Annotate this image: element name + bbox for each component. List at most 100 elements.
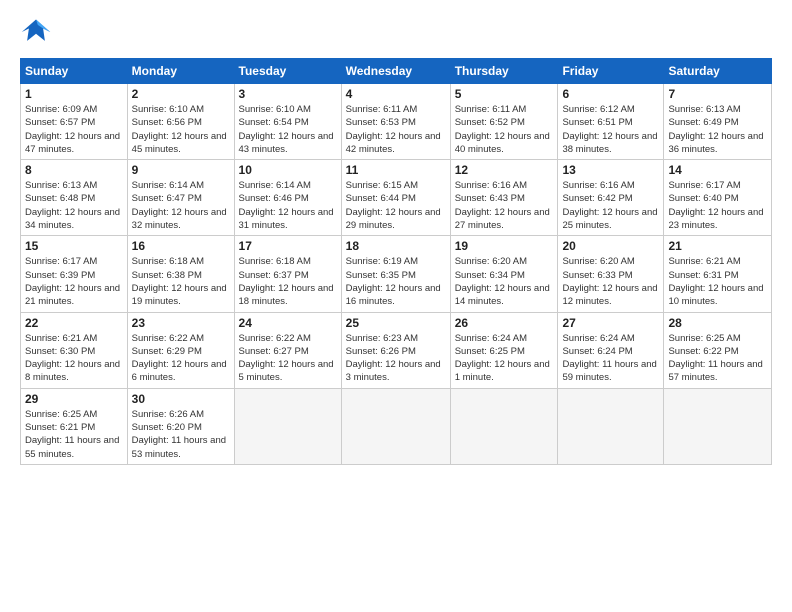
day-info: Sunrise: 6:23 AMSunset: 6:26 PMDaylight:…: [346, 332, 446, 385]
calendar-cell: 8 Sunrise: 6:13 AMSunset: 6:48 PMDayligh…: [21, 160, 128, 236]
calendar-cell: 20 Sunrise: 6:20 AMSunset: 6:33 PMDaylig…: [558, 236, 664, 312]
calendar-cell: [341, 388, 450, 464]
calendar-cell: 25 Sunrise: 6:23 AMSunset: 6:26 PMDaylig…: [341, 312, 450, 388]
calendar-row: 8 Sunrise: 6:13 AMSunset: 6:48 PMDayligh…: [21, 160, 772, 236]
day-number: 17: [239, 239, 337, 253]
day-number: 10: [239, 163, 337, 177]
calendar-cell: 28 Sunrise: 6:25 AMSunset: 6:22 PMDaylig…: [664, 312, 772, 388]
day-info: Sunrise: 6:17 AMSunset: 6:39 PMDaylight:…: [25, 255, 123, 308]
calendar-cell: 23 Sunrise: 6:22 AMSunset: 6:29 PMDaylig…: [127, 312, 234, 388]
page-header: [20, 16, 772, 48]
day-number: 23: [132, 316, 230, 330]
day-number: 2: [132, 87, 230, 101]
day-number: 28: [668, 316, 767, 330]
calendar-cell: 9 Sunrise: 6:14 AMSunset: 6:47 PMDayligh…: [127, 160, 234, 236]
calendar-cell: [558, 388, 664, 464]
day-info: Sunrise: 6:18 AMSunset: 6:37 PMDaylight:…: [239, 255, 337, 308]
logo-icon: [20, 16, 52, 48]
calendar-header-row: Sunday Monday Tuesday Wednesday Thursday…: [21, 59, 772, 84]
day-info: Sunrise: 6:11 AMSunset: 6:53 PMDaylight:…: [346, 103, 446, 156]
day-info: Sunrise: 6:14 AMSunset: 6:47 PMDaylight:…: [132, 179, 230, 232]
day-number: 6: [562, 87, 659, 101]
day-number: 24: [239, 316, 337, 330]
calendar-cell: 29 Sunrise: 6:25 AMSunset: 6:21 PMDaylig…: [21, 388, 128, 464]
day-info: Sunrise: 6:19 AMSunset: 6:35 PMDaylight:…: [346, 255, 446, 308]
col-sunday: Sunday: [21, 59, 128, 84]
logo: [20, 16, 56, 48]
day-info: Sunrise: 6:09 AMSunset: 6:57 PMDaylight:…: [25, 103, 123, 156]
day-info: Sunrise: 6:11 AMSunset: 6:52 PMDaylight:…: [455, 103, 554, 156]
calendar-cell: 17 Sunrise: 6:18 AMSunset: 6:37 PMDaylig…: [234, 236, 341, 312]
day-info: Sunrise: 6:20 AMSunset: 6:33 PMDaylight:…: [562, 255, 659, 308]
day-number: 29: [25, 392, 123, 406]
calendar-cell: 5 Sunrise: 6:11 AMSunset: 6:52 PMDayligh…: [450, 84, 558, 160]
day-number: 8: [25, 163, 123, 177]
day-number: 27: [562, 316, 659, 330]
calendar-cell: 24 Sunrise: 6:22 AMSunset: 6:27 PMDaylig…: [234, 312, 341, 388]
day-number: 1: [25, 87, 123, 101]
day-info: Sunrise: 6:16 AMSunset: 6:43 PMDaylight:…: [455, 179, 554, 232]
day-info: Sunrise: 6:18 AMSunset: 6:38 PMDaylight:…: [132, 255, 230, 308]
day-number: 5: [455, 87, 554, 101]
calendar-cell: 22 Sunrise: 6:21 AMSunset: 6:30 PMDaylig…: [21, 312, 128, 388]
col-monday: Monday: [127, 59, 234, 84]
calendar-cell: 7 Sunrise: 6:13 AMSunset: 6:49 PMDayligh…: [664, 84, 772, 160]
day-info: Sunrise: 6:16 AMSunset: 6:42 PMDaylight:…: [562, 179, 659, 232]
day-number: 26: [455, 316, 554, 330]
day-info: Sunrise: 6:13 AMSunset: 6:48 PMDaylight:…: [25, 179, 123, 232]
day-info: Sunrise: 6:10 AMSunset: 6:54 PMDaylight:…: [239, 103, 337, 156]
col-wednesday: Wednesday: [341, 59, 450, 84]
col-friday: Friday: [558, 59, 664, 84]
day-info: Sunrise: 6:13 AMSunset: 6:49 PMDaylight:…: [668, 103, 767, 156]
day-info: Sunrise: 6:15 AMSunset: 6:44 PMDaylight:…: [346, 179, 446, 232]
calendar-cell: 2 Sunrise: 6:10 AMSunset: 6:56 PMDayligh…: [127, 84, 234, 160]
calendar-row: 15 Sunrise: 6:17 AMSunset: 6:39 PMDaylig…: [21, 236, 772, 312]
col-tuesday: Tuesday: [234, 59, 341, 84]
calendar-cell: 21 Sunrise: 6:21 AMSunset: 6:31 PMDaylig…: [664, 236, 772, 312]
calendar-cell: 12 Sunrise: 6:16 AMSunset: 6:43 PMDaylig…: [450, 160, 558, 236]
calendar-row: 29 Sunrise: 6:25 AMSunset: 6:21 PMDaylig…: [21, 388, 772, 464]
calendar-cell: 13 Sunrise: 6:16 AMSunset: 6:42 PMDaylig…: [558, 160, 664, 236]
day-number: 19: [455, 239, 554, 253]
day-info: Sunrise: 6:21 AMSunset: 6:31 PMDaylight:…: [668, 255, 767, 308]
day-number: 16: [132, 239, 230, 253]
day-info: Sunrise: 6:14 AMSunset: 6:46 PMDaylight:…: [239, 179, 337, 232]
day-number: 18: [346, 239, 446, 253]
day-number: 4: [346, 87, 446, 101]
day-number: 21: [668, 239, 767, 253]
day-info: Sunrise: 6:24 AMSunset: 6:25 PMDaylight:…: [455, 332, 554, 385]
calendar-cell: 19 Sunrise: 6:20 AMSunset: 6:34 PMDaylig…: [450, 236, 558, 312]
calendar-cell: 15 Sunrise: 6:17 AMSunset: 6:39 PMDaylig…: [21, 236, 128, 312]
day-number: 11: [346, 163, 446, 177]
calendar-row: 22 Sunrise: 6:21 AMSunset: 6:30 PMDaylig…: [21, 312, 772, 388]
calendar-cell: 6 Sunrise: 6:12 AMSunset: 6:51 PMDayligh…: [558, 84, 664, 160]
day-number: 30: [132, 392, 230, 406]
calendar-cell: [450, 388, 558, 464]
day-info: Sunrise: 6:21 AMSunset: 6:30 PMDaylight:…: [25, 332, 123, 385]
calendar-cell: 18 Sunrise: 6:19 AMSunset: 6:35 PMDaylig…: [341, 236, 450, 312]
calendar-row: 1 Sunrise: 6:09 AMSunset: 6:57 PMDayligh…: [21, 84, 772, 160]
col-thursday: Thursday: [450, 59, 558, 84]
calendar-cell: [664, 388, 772, 464]
day-number: 12: [455, 163, 554, 177]
day-number: 22: [25, 316, 123, 330]
day-info: Sunrise: 6:24 AMSunset: 6:24 PMDaylight:…: [562, 332, 659, 385]
col-saturday: Saturday: [664, 59, 772, 84]
calendar-cell: 16 Sunrise: 6:18 AMSunset: 6:38 PMDaylig…: [127, 236, 234, 312]
day-number: 3: [239, 87, 337, 101]
day-number: 20: [562, 239, 659, 253]
day-info: Sunrise: 6:25 AMSunset: 6:22 PMDaylight:…: [668, 332, 767, 385]
day-info: Sunrise: 6:22 AMSunset: 6:29 PMDaylight:…: [132, 332, 230, 385]
day-number: 7: [668, 87, 767, 101]
day-info: Sunrise: 6:10 AMSunset: 6:56 PMDaylight:…: [132, 103, 230, 156]
calendar-cell: 10 Sunrise: 6:14 AMSunset: 6:46 PMDaylig…: [234, 160, 341, 236]
day-info: Sunrise: 6:22 AMSunset: 6:27 PMDaylight:…: [239, 332, 337, 385]
calendar-table: Sunday Monday Tuesday Wednesday Thursday…: [20, 58, 772, 465]
day-number: 14: [668, 163, 767, 177]
calendar-cell: 26 Sunrise: 6:24 AMSunset: 6:25 PMDaylig…: [450, 312, 558, 388]
calendar-cell: 3 Sunrise: 6:10 AMSunset: 6:54 PMDayligh…: [234, 84, 341, 160]
day-number: 13: [562, 163, 659, 177]
calendar-cell: 1 Sunrise: 6:09 AMSunset: 6:57 PMDayligh…: [21, 84, 128, 160]
calendar-cell: 11 Sunrise: 6:15 AMSunset: 6:44 PMDaylig…: [341, 160, 450, 236]
day-info: Sunrise: 6:26 AMSunset: 6:20 PMDaylight:…: [132, 408, 230, 461]
